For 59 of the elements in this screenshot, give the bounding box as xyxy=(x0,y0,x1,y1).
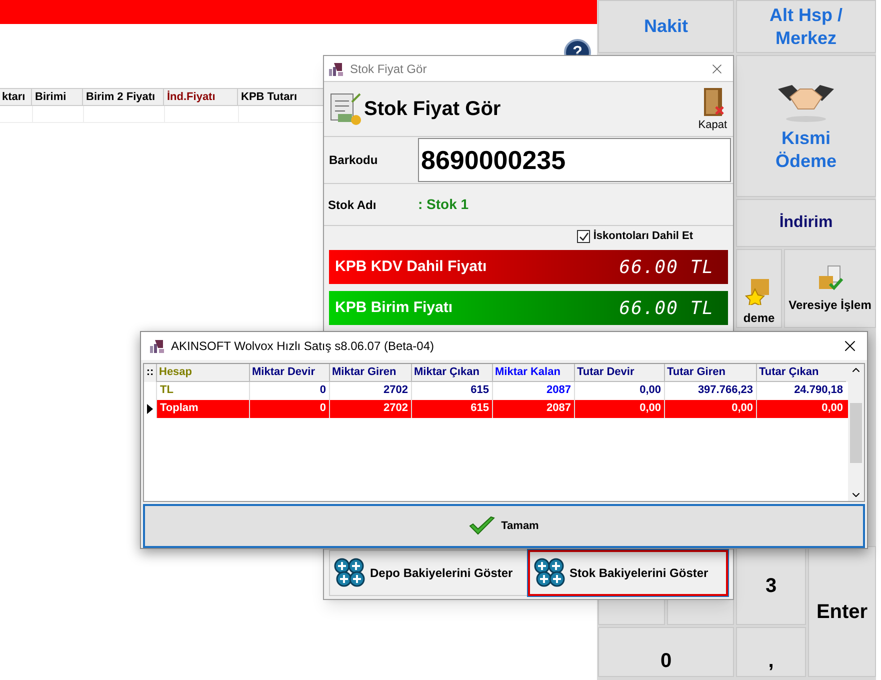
grid-cell: Toplam xyxy=(156,400,249,418)
balance-button[interactable]: Stok Bakiyelerini Göster xyxy=(528,550,728,596)
row-pointer-icon xyxy=(147,404,153,414)
column-header: Birimi xyxy=(32,89,83,105)
window-title: Stok Fiyat Gör xyxy=(350,60,428,78)
keypad-key[interactable]: Enter xyxy=(808,546,876,677)
keypad-key[interactable]: İndirim xyxy=(736,199,876,247)
column-header: Tutar Çıkan xyxy=(756,364,846,382)
stock-name-value: : Stok 1 xyxy=(418,195,469,214)
grid-cell: 0,00 xyxy=(756,400,846,418)
app-logo-icon xyxy=(328,60,344,76)
stock-name-label: Stok Adı xyxy=(327,196,378,214)
keypad-key[interactable]: Kısmi Ödeme xyxy=(736,55,876,197)
column-header: Tutar Giren xyxy=(664,364,756,382)
window-heading: Stok Fiyat Gör xyxy=(364,97,502,122)
grid-cell: 2702 xyxy=(329,400,411,418)
price-label: KPB Birim Fiyatı xyxy=(335,298,453,318)
scrollbar[interactable] xyxy=(848,364,864,501)
barcode-field[interactable]: 8690000235 xyxy=(418,138,731,182)
column-header: Birim 2 Fiyatı xyxy=(83,89,164,105)
keypad-key[interactable]: Nakit xyxy=(598,0,734,53)
column-header: ktarı xyxy=(0,89,32,105)
balance-button[interactable]: Depo Bakiyelerini Göster xyxy=(329,550,528,596)
keypad-key[interactable]: deme xyxy=(736,249,782,328)
price-list-icon xyxy=(330,92,362,126)
plus-circles-icon xyxy=(334,558,366,588)
column-header: Miktar Kalan xyxy=(492,364,574,382)
grid-cell: 0 xyxy=(249,400,329,418)
keypad-key[interactable]: 3 xyxy=(736,546,806,625)
column-header: Hesap xyxy=(156,364,249,382)
barcode-label: Barkodu xyxy=(328,152,379,169)
price-value: 66.00 TL xyxy=(619,296,715,320)
check-icon xyxy=(578,232,589,242)
ok-button[interactable]: Tamam xyxy=(143,504,865,548)
grid-cell: 0,00 xyxy=(664,400,756,418)
column-header: İnd.Fiyatı xyxy=(164,89,238,105)
checkbox[interactable] xyxy=(577,230,590,243)
window-title: AKINSOFT Wolvox Hızlı Satış s8.06.07 (Beta-04) xyxy=(171,338,435,355)
keypad-key[interactable]: Alt Hsp / Merkez xyxy=(736,0,876,53)
column-header: Miktar Devir xyxy=(249,364,329,382)
column-header: Miktar Giren xyxy=(329,364,411,382)
grid-corner: :: xyxy=(145,365,155,380)
plus-circles-icon xyxy=(534,558,566,588)
discount-checkbox[interactable]: İskontoları Dahil Et xyxy=(577,228,693,245)
price-label: KPB KDV Dahil Fiyatı xyxy=(335,256,487,277)
column-header: Tutar Devir xyxy=(574,364,664,382)
checkmark-icon xyxy=(469,516,496,536)
column-header: Miktar Çıkan xyxy=(411,364,492,382)
keypad-key[interactable]: , xyxy=(736,627,806,677)
grid-cell: 615 xyxy=(411,400,492,418)
keypad-key[interactable]: 0 xyxy=(598,627,734,677)
grid-cell: 0,00 xyxy=(574,400,664,418)
keypad-key[interactable]: Veresiye İşlem xyxy=(784,249,876,328)
grid-row[interactable]: Toplam 0 2702 615 2087 0,00 0,00 0,00 xyxy=(144,400,848,418)
boxes-check-icon xyxy=(816,264,844,292)
grid-cell: 2087 xyxy=(492,400,574,418)
price-value: 66.00 TL xyxy=(619,256,715,280)
close-button[interactable]: Kapat xyxy=(698,86,727,136)
app-logo-icon xyxy=(149,338,165,354)
